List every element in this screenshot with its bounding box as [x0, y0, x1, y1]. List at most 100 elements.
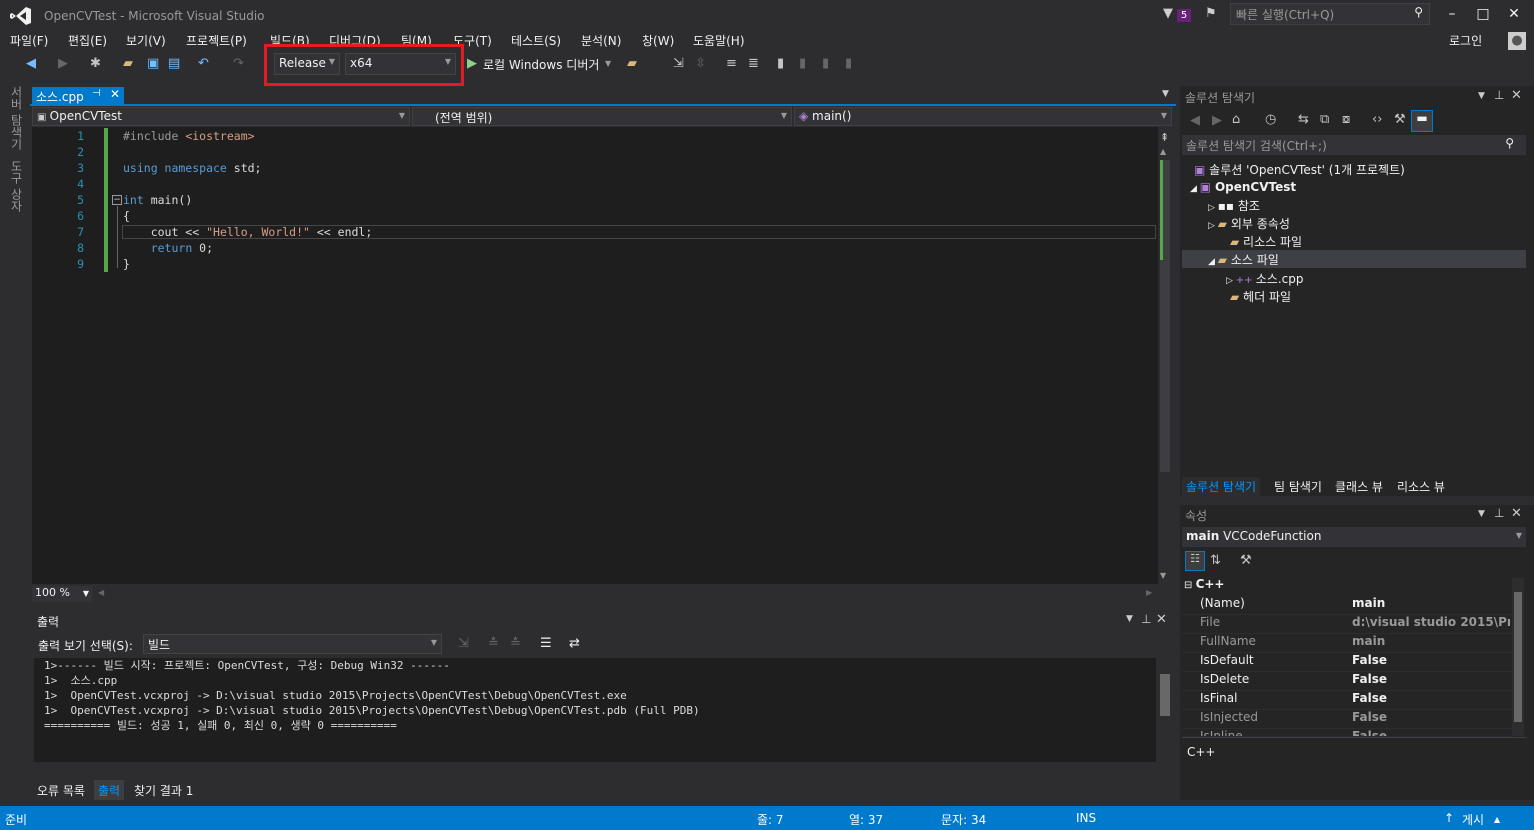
output-text[interactable]: 1>------ 빌드 시작: 프로젝트: OpenCVTest, 구성: De… [34, 658, 1156, 762]
comment-icon[interactable]: ≡ [726, 56, 737, 71]
collapse-all-icon[interactable]: ⧉ [1320, 112, 1329, 127]
clear-bookmarks-icon[interactable]: ▮ [845, 56, 852, 71]
prev-bookmark-icon[interactable]: ▮ [799, 56, 806, 71]
tab-dropdown-icon[interactable]: ▼ [1162, 89, 1169, 99]
scroll-down-icon[interactable]: ▼ [1160, 571, 1166, 580]
redo-icon[interactable]: ↷ [233, 56, 244, 71]
property-row[interactable]: (Name) main [1182, 596, 1512, 615]
pin-icon[interactable]: ⊥ [1494, 88, 1504, 102]
panel-menu-icon[interactable]: ▼ [1478, 509, 1485, 519]
minimize-button[interactable]: – [1437, 4, 1467, 24]
menu-analyze[interactable]: 분석(N) [581, 32, 621, 49]
forward-icon[interactable]: ▶ [58, 56, 68, 71]
property-row[interactable]: IsInjected False [1182, 710, 1512, 729]
menu-help[interactable]: 도움말(H) [693, 32, 745, 49]
new-project-icon[interactable]: ✱ [90, 56, 101, 71]
close-panel-icon[interactable]: ✕ [1511, 506, 1522, 521]
tree-item-source-cpp[interactable]: ▷ ++ 소스.cpp [1226, 270, 1303, 287]
solution-configuration-select[interactable]: Release ▼ [274, 53, 340, 75]
output-source-select[interactable]: 빌드 ▼ [143, 634, 442, 654]
tree-item-external-deps[interactable]: ▷ ▰ 외부 종속성 [1208, 215, 1290, 232]
output-scroll-thumb[interactable] [1160, 674, 1170, 716]
chevron-down-icon[interactable]: ▼ [605, 59, 611, 68]
panel-menu-icon[interactable]: ▼ [1478, 91, 1485, 101]
toolbox-tab[interactable]: 도구 상자 [8, 160, 25, 212]
collapse-icon[interactable]: − [112, 195, 122, 205]
tab-source-cpp[interactable]: 소스.cpp ⊣ ✕ [32, 87, 124, 105]
forward-icon[interactable]: ▶ [1212, 113, 1222, 128]
tab-team-explorer[interactable]: 팀 탐색기 [1270, 477, 1326, 496]
scroll-up-icon[interactable]: ▲ [1160, 147, 1166, 156]
next-message-icon[interactable]: ≛ [510, 636, 521, 651]
word-wrap-icon[interactable]: ⇄ [569, 636, 580, 651]
tab-class-view[interactable]: 클래스 뷰 [1331, 477, 1387, 496]
tree-item-solution[interactable]: ▣ 솔루션 'OpenCVTest' (1개 프로젝트) [1194, 161, 1405, 178]
category-cpp[interactable]: ⊟ C++ [1184, 577, 1224, 591]
tab-error-list[interactable]: 오류 목록 [33, 780, 89, 800]
tab-find-results[interactable]: 찾기 결과 1 [130, 780, 197, 800]
clear-all-icon[interactable]: ☰ [540, 636, 552, 651]
preview-icon[interactable]: ▬ [1411, 110, 1433, 132]
scroll-right-icon[interactable]: ▶ [1146, 588, 1152, 597]
tree-item-resource-files[interactable]: ▰ 리소스 파일 [1230, 233, 1302, 250]
properties-icon[interactable]: ⚒ [1394, 112, 1406, 127]
next-bookmark-icon[interactable]: ▮ [822, 56, 829, 71]
scroll-left-icon[interactable]: ◀ [98, 588, 104, 597]
send-feedback-icon[interactable]: ⚑ [1205, 6, 1217, 21]
uncomment-icon[interactable]: ≣ [748, 56, 759, 71]
go-to-line-icon[interactable]: ⇲ [458, 636, 469, 651]
pin-icon[interactable]: ⊣ [92, 88, 101, 99]
bookmark-icon[interactable]: ▮ [777, 56, 784, 71]
chevron-up-icon[interactable]: ▲ [1494, 815, 1500, 824]
close-panel-icon[interactable]: ✕ [1511, 88, 1522, 103]
show-all-files-icon[interactable]: ⧇ [1342, 112, 1350, 127]
publish-button[interactable]: 게시 [1462, 811, 1484, 828]
view-code-icon[interactable]: ‹› [1372, 112, 1382, 127]
scope-select[interactable]: (전역 범위) ▼ [412, 107, 792, 126]
pin-icon[interactable]: ⊥ [1494, 506, 1504, 520]
menu-project[interactable]: 프로젝트(P) [186, 32, 247, 49]
back-icon[interactable]: ◀ [26, 56, 36, 71]
split-icon[interactable]: ⇞ [1160, 131, 1169, 144]
properties-object-select[interactable]: main VCCodeFunction ▼ [1182, 527, 1526, 547]
notification-badge[interactable]: 5 [1177, 9, 1191, 22]
property-row[interactable]: IsDelete False [1182, 672, 1512, 691]
save-icon[interactable]: ▣ [147, 56, 159, 71]
publish-icon[interactable]: ↑ [1444, 811, 1454, 825]
sync-icon[interactable]: ⇆ [1298, 112, 1309, 127]
server-explorer-tab[interactable]: 서버 탐색기 [8, 86, 25, 150]
alphabetical-icon[interactable]: ⇅ [1210, 553, 1221, 568]
tab-resource-view[interactable]: 리소스 뷰 [1393, 477, 1449, 496]
property-pages-icon[interactable]: ⚒ [1240, 553, 1252, 568]
zoom-select[interactable]: 100 % ▼ [32, 586, 92, 602]
tree-item-header-files[interactable]: ▰ 헤더 파일 [1230, 288, 1291, 305]
feedback-icon[interactable]: ▼ [1163, 6, 1173, 21]
save-all-icon[interactable]: ▤ [168, 56, 180, 71]
close-button[interactable]: ✕ [1499, 4, 1529, 24]
tree-item-references[interactable]: ▷ ▪▪ 참조 [1208, 197, 1260, 214]
tab-solution-explorer[interactable]: 솔루션 탐색기 [1182, 477, 1261, 496]
tab-output[interactable]: 출력 [94, 780, 125, 800]
close-tab-icon[interactable]: ✕ [110, 87, 120, 101]
tree-item-project[interactable]: ◢ ▣ OpenCVTest [1190, 180, 1296, 194]
member-select[interactable]: ◈ main() ▼ [794, 107, 1172, 126]
code-editor[interactable] [32, 127, 1158, 584]
sign-in-link[interactable]: 로그인 [1449, 32, 1482, 49]
maximize-button[interactable]: □ [1468, 4, 1498, 24]
menu-view[interactable]: 보기(V) [126, 32, 166, 49]
output-horizontal-scrollbar[interactable] [34, 762, 1172, 778]
property-row[interactable]: FullName main [1182, 634, 1512, 653]
close-panel-icon[interactable]: ✕ [1156, 612, 1167, 627]
menu-edit[interactable]: 편집(E) [68, 32, 107, 49]
avatar[interactable]: ● [1508, 32, 1526, 50]
history-icon[interactable]: ◷ [1265, 112, 1276, 127]
solution-search-input[interactable]: 솔루션 탐색기 검색(Ctrl+;) ⚲ [1182, 135, 1526, 155]
pin-icon[interactable]: ⊥ [1141, 612, 1151, 626]
back-icon[interactable]: ◀ [1190, 113, 1200, 128]
tree-item-source-files[interactable]: ◢ ▰ 소스 파일 [1208, 251, 1279, 268]
home-icon[interactable]: ⌂ [1232, 112, 1240, 127]
project-select[interactable]: ▣ OpenCVTest ▼ [32, 107, 410, 126]
open-file-icon[interactable]: ▰ [123, 56, 133, 71]
property-row[interactable]: File d:\visual studio 2015\Projects [1182, 615, 1512, 634]
panel-menu-icon[interactable]: ▼ [1126, 614, 1133, 624]
